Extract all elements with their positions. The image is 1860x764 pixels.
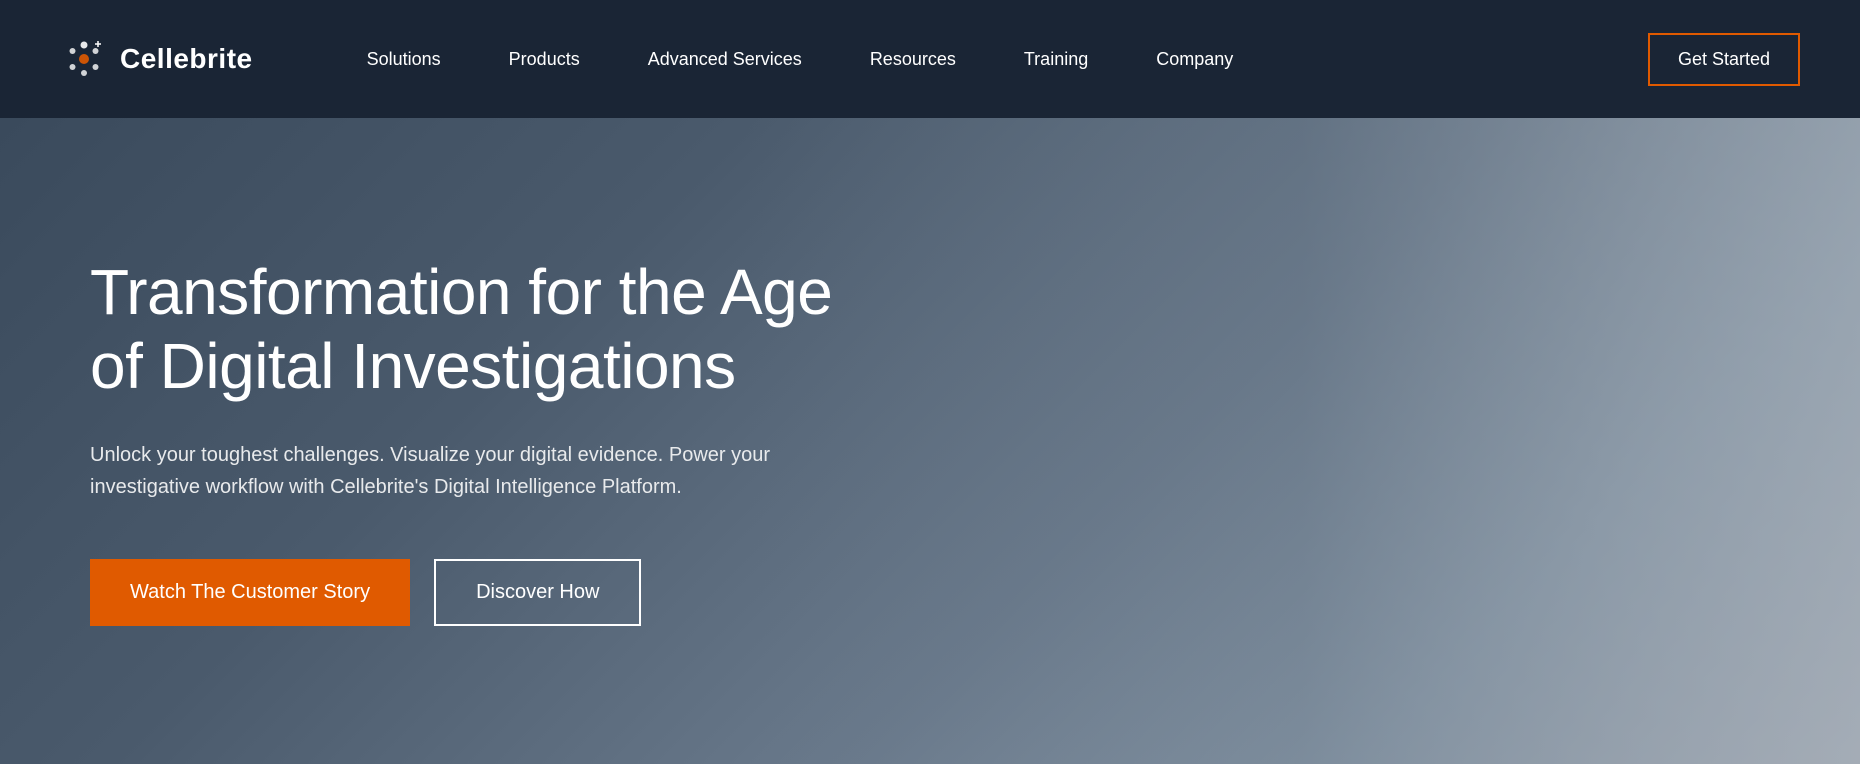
logo-area[interactable]: Cellebrite (60, 35, 253, 83)
nav-item-products[interactable]: Products (475, 0, 614, 118)
nav-item-advanced-services[interactable]: Advanced Services (614, 0, 836, 118)
hero-buttons: Watch The Customer Story Discover How (90, 559, 850, 626)
hero-content: Transformation for the Age of Digital In… (90, 256, 850, 626)
discover-how-button[interactable]: Discover How (434, 559, 641, 626)
brand-name: Cellebrite (120, 43, 253, 75)
hero-title: Transformation for the Age of Digital In… (90, 256, 850, 403)
watch-customer-story-button[interactable]: Watch The Customer Story (90, 559, 410, 626)
hero-section: Transformation for the Age of Digital In… (0, 118, 1860, 764)
hero-subtitle: Unlock your toughest challenges. Visuali… (90, 439, 770, 503)
get-started-button[interactable]: Get Started (1648, 33, 1800, 86)
nav-item-training[interactable]: Training (990, 0, 1122, 118)
cellebrite-logo-icon (60, 35, 108, 83)
nav-item-resources[interactable]: Resources (836, 0, 990, 118)
navbar: Cellebrite Solutions Products Advanced S… (0, 0, 1860, 118)
nav-links: Solutions Products Advanced Services Res… (333, 0, 1648, 118)
nav-item-solutions[interactable]: Solutions (333, 0, 475, 118)
nav-item-company[interactable]: Company (1122, 0, 1267, 118)
